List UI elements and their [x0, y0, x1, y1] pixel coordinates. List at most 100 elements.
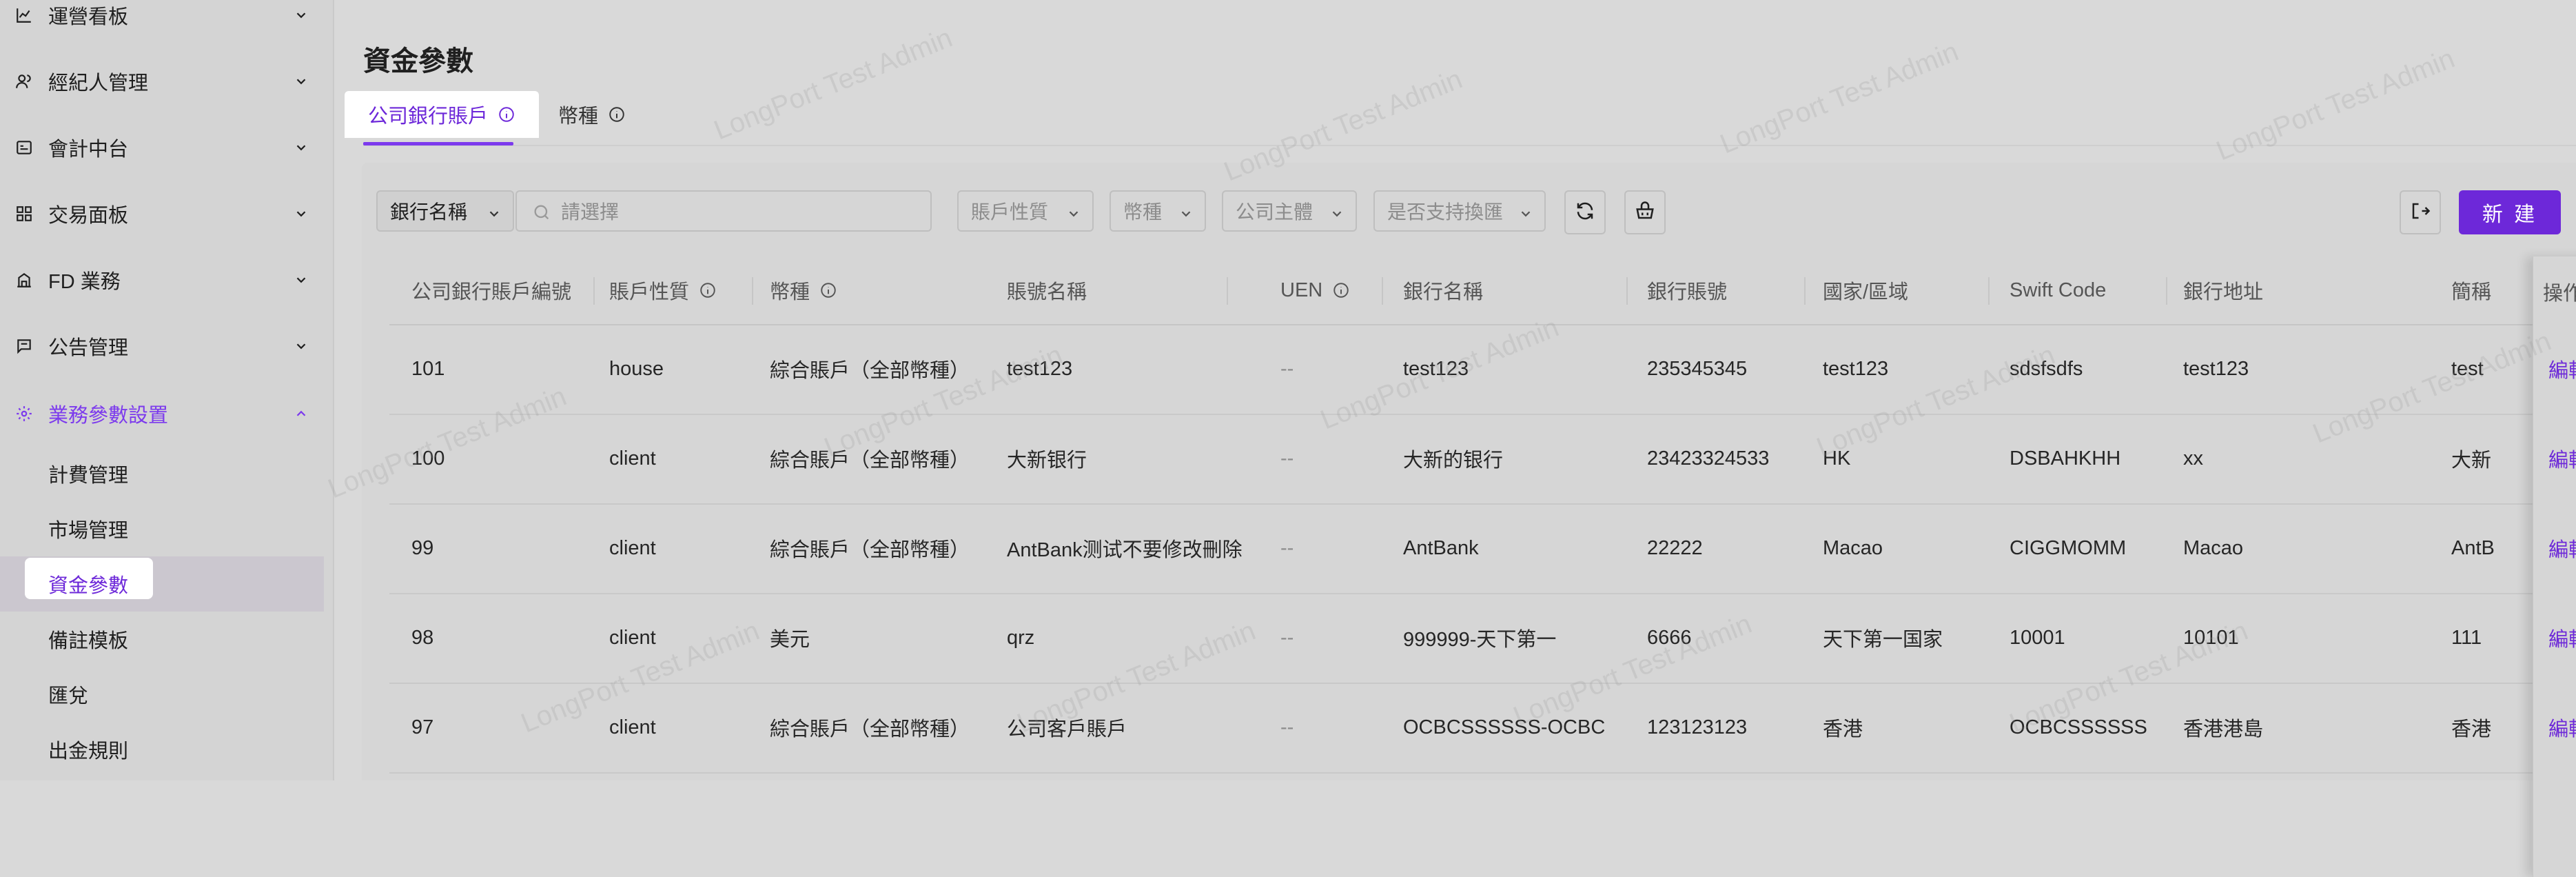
table-row: 100 client 綜合賬戶（全部幣種） 大新银行 -- 大新的银行 2342332453… — [389, 414, 2576, 505]
edit-link[interactable]: 編輯 — [2548, 354, 2576, 383]
cell-swift: CIGGMOMM — [2010, 536, 2127, 559]
column-separator — [2166, 277, 2167, 305]
cell-region: 香港 — [1823, 718, 1863, 740]
info-icon[interactable] — [1332, 281, 1350, 299]
col-header-short-name: 簡稱 — [2451, 256, 2493, 324]
cell-type: client — [609, 447, 656, 470]
sidebar-subitem-fund-params[interactable]: 資金參數 — [0, 556, 324, 612]
sidebar-item-accounting[interactable]: 會計中台 — [0, 114, 333, 181]
sidebar-item-label: FD 業務 — [48, 271, 121, 293]
refresh-icon — [1575, 201, 1595, 225]
cell-currency: 綜合賬戶（全部幣種） — [770, 450, 970, 472]
search-input[interactable]: 請選擇 — [515, 190, 932, 232]
sidebar-subitem-label: 計費管理 — [48, 465, 129, 487]
cell-bank-no: 123123123 — [1647, 716, 1748, 738]
tab-label: 幣種 — [558, 105, 599, 128]
col-header-label: 銀行名稱 — [1403, 281, 1484, 303]
edit-link[interactable]: 編輯 — [2548, 534, 2576, 563]
info-icon[interactable] — [699, 281, 717, 299]
tab-currency[interactable]: 幣種 — [558, 91, 626, 138]
col-header-label: 賬戶性質 — [609, 281, 690, 303]
sidebar-subitem-remark-templates[interactable]: 備註模板 — [0, 612, 324, 667]
cell-short: AntB — [2451, 536, 2495, 559]
sidebar-item-operations-board[interactable]: 運營看板 — [0, 0, 333, 48]
sidebar-item-business-params[interactable]: 業務參數設置 — [0, 381, 333, 447]
cell-id: 101 — [411, 357, 445, 380]
cell-bank: AntBank — [1403, 536, 1479, 559]
col-header-label: UEN — [1280, 279, 1323, 301]
search-field-select[interactable]: 銀行名稱 — [376, 190, 514, 232]
tab-company-bank-accounts[interactable]: 公司銀行賬戶 — [345, 91, 539, 138]
chevron-down-icon — [293, 338, 309, 354]
cell-account-name: test123 — [1007, 357, 1073, 380]
table-row: 98 client 美元 qrz -- 999999-天下第一 6666 天下第一国家 1000… — [389, 593, 2576, 684]
cell-uen: -- — [1280, 357, 1294, 380]
new-button[interactable]: 新 建 — [2459, 190, 2561, 234]
cell-id: 100 — [411, 447, 445, 470]
refresh-button[interactable] — [1564, 190, 1606, 234]
clear-filters-button[interactable] — [1624, 190, 1666, 234]
sidebar-item-label: 交易面板 — [48, 205, 129, 227]
cell-currency: 綜合賬戶（全部幣種） — [770, 539, 970, 561]
cell-id: 99 — [411, 536, 434, 559]
ledger-icon — [14, 137, 34, 158]
table-header: 公司銀行賬戶編號 賬戶性質 幣種 賬號名稱 UEN 銀行名稱 銀行賬號 國家/區… — [389, 256, 2576, 325]
chevron-down-icon — [293, 272, 309, 288]
cell-uen: -- — [1280, 716, 1294, 738]
chevron-down-icon — [293, 73, 309, 90]
cell-bank-no: 6666 — [1647, 626, 1692, 649]
cell-swift: OCBCSSSSSS — [2010, 716, 2147, 738]
column-separator — [1626, 277, 1628, 305]
col-header-bank-account-no: 銀行賬號 — [1647, 256, 1727, 324]
filter-label: 是否支持換匯 — [1387, 201, 1504, 223]
cell-currency: 綜合賬戶（全部幣種） — [770, 360, 970, 382]
sidebar-item-trading-panel[interactable]: 交易面板 — [0, 181, 333, 247]
sidebar-item-fd-business[interactable]: FD 業務 — [0, 247, 333, 313]
cell-uen: -- — [1280, 626, 1294, 649]
sidebar-subitem-billing[interactable]: 計費管理 — [0, 446, 324, 501]
edit-link[interactable]: 編輯 — [2548, 623, 2576, 652]
watermark-text: LongPort Test Admin — [709, 22, 957, 146]
edit-link[interactable]: 編輯 — [2548, 713, 2576, 742]
cell-account-name: qrz — [1007, 626, 1035, 649]
chevron-up-icon — [293, 405, 309, 422]
sidebar-item-label: 會計中台 — [48, 139, 129, 161]
chevron-down-icon — [293, 139, 309, 156]
edit-link[interactable]: 編輯 — [2548, 444, 2576, 473]
column-separator — [1988, 277, 1990, 305]
sidebar-subitem-market[interactable]: 市場管理 — [0, 501, 324, 556]
export-button[interactable] — [2400, 190, 2441, 234]
cell-short: test — [2451, 357, 2484, 380]
sidebar-item-label: 經紀人管理 — [48, 72, 149, 94]
info-icon — [498, 105, 515, 123]
col-header-account-id: 公司銀行賬戶編號 — [411, 256, 571, 324]
sidebar-item-broker-management[interactable]: 經紀人管理 — [0, 48, 333, 114]
exchange-support-filter[interactable]: 是否支持換匯 — [1373, 190, 1546, 232]
chart-line-icon — [14, 5, 34, 26]
column-separator — [1382, 277, 1383, 305]
watermark-text: LongPort Test Admin — [2211, 43, 2460, 167]
sidebar-subitem-exchange[interactable]: 匯兌 — [0, 667, 324, 722]
column-separator — [593, 277, 595, 305]
operations-column: 操作 編輯編輯編輯編輯編輯 — [2533, 256, 2576, 877]
col-header-operations: 操作 — [2543, 283, 2576, 305]
sidebar-subitem-withdrawal-rules[interactable]: 出金規則 — [0, 722, 324, 777]
currency-filter[interactable]: 幣種 — [1110, 190, 1206, 232]
account-type-filter[interactable]: 賬戶性質 — [957, 190, 1094, 232]
info-icon[interactable] — [819, 281, 837, 299]
column-separator — [1804, 277, 1806, 305]
col-header-region: 國家/區域 — [1823, 256, 1908, 324]
column-separator — [1227, 277, 1228, 305]
info-icon — [608, 105, 626, 123]
cell-bank: 999999-天下第一 — [1403, 629, 1557, 651]
cell-address: xx — [2183, 447, 2203, 470]
search-field-select-value: 銀行名稱 — [390, 201, 468, 223]
cell-type: client — [609, 536, 656, 559]
entity-filter[interactable]: 公司主體 — [1222, 190, 1357, 232]
cell-account-name: 公司客戶賬戶 — [1007, 718, 1127, 740]
col-header-bank-name: 銀行名稱 — [1403, 256, 1483, 324]
cell-uen: -- — [1280, 536, 1294, 559]
col-header-swift-code: Swift Code — [2010, 256, 2106, 324]
sidebar-item-announcements[interactable]: 公告管理 — [0, 313, 333, 379]
cell-id: 97 — [411, 716, 434, 738]
